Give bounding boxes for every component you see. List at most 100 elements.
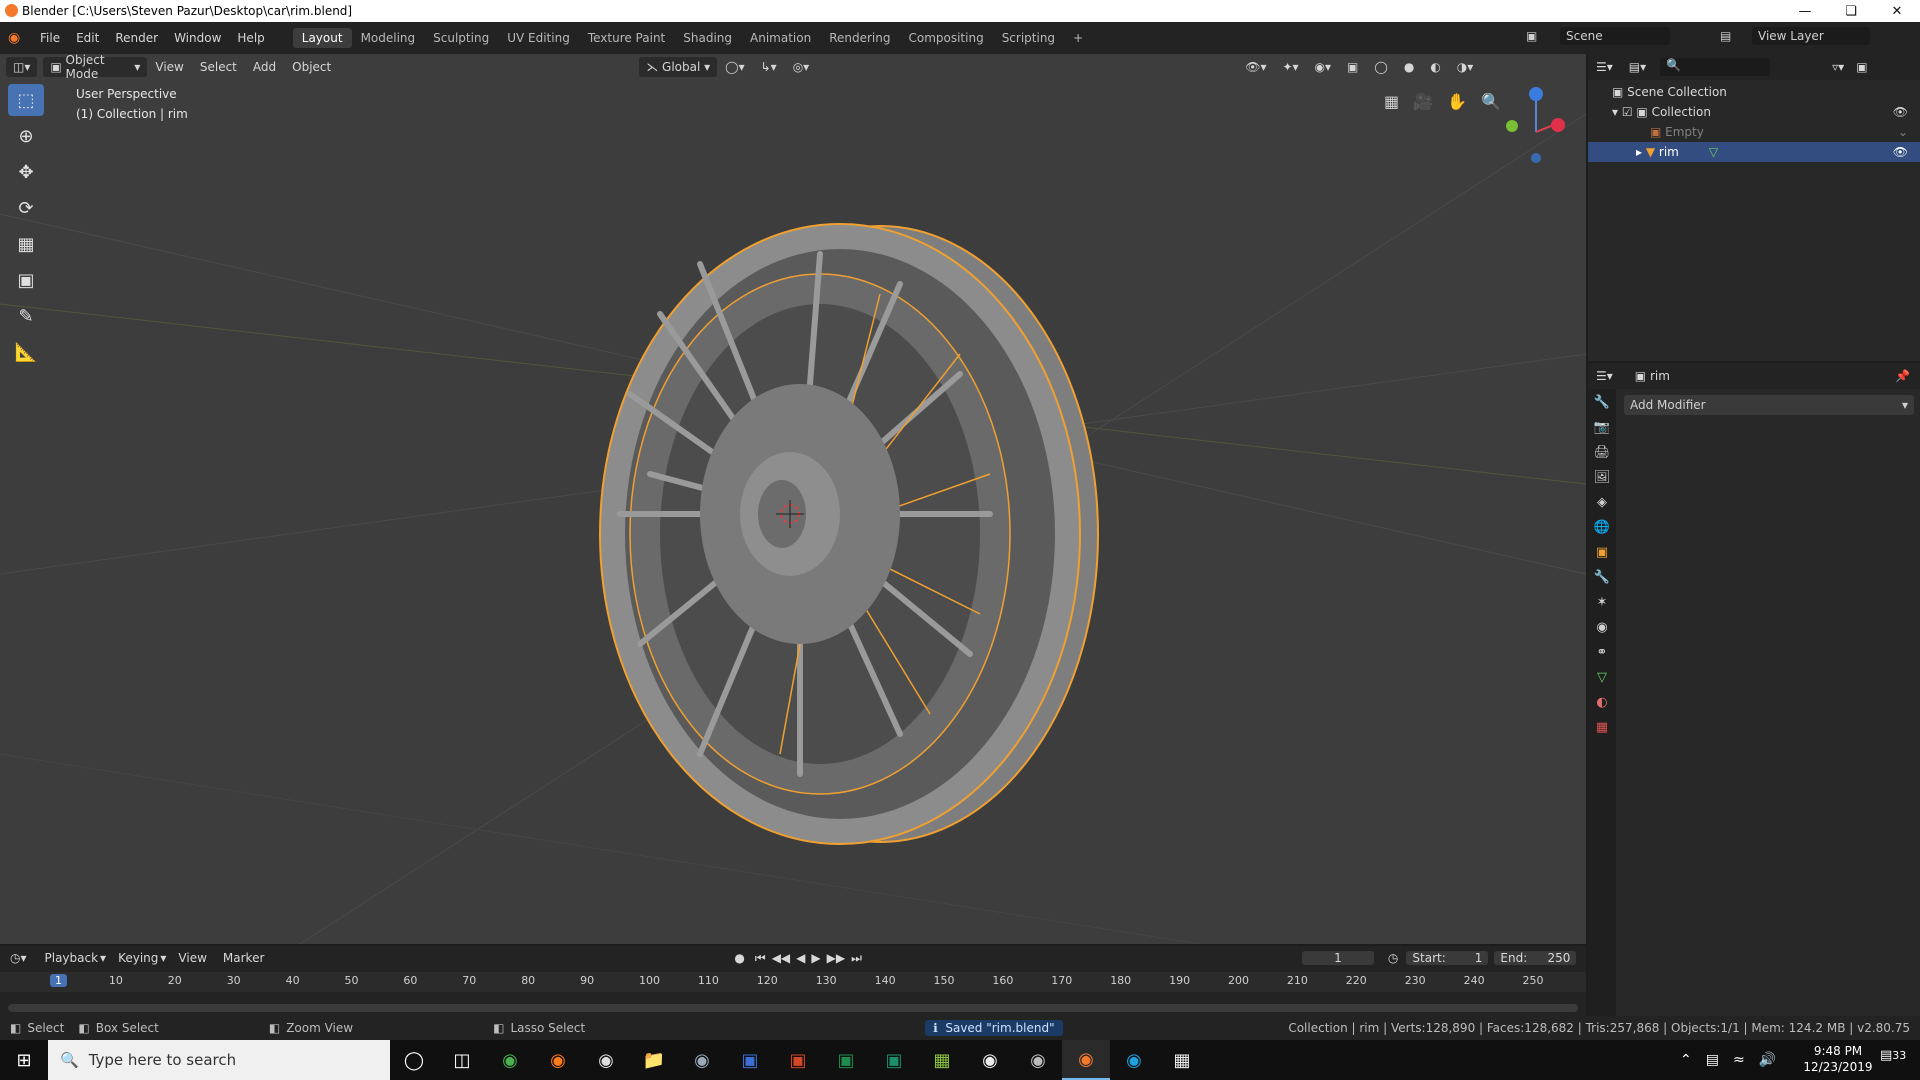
word-icon[interactable]: ▣ (726, 1040, 774, 1080)
outliner-row-collection[interactable]: ▾ ☑ ▣ Collection 👁 (1588, 102, 1920, 122)
xray-icon[interactable]: ▣ (1339, 60, 1366, 74)
tool-tab-icon[interactable]: 🔧 (1594, 395, 1610, 410)
close-icon[interactable]: ✕ (1874, 0, 1920, 22)
transform-tool-icon[interactable]: ▣ (8, 264, 44, 296)
chrome-icon[interactable]: ◉ (486, 1040, 534, 1080)
menu-object[interactable]: Object (284, 60, 339, 74)
start-frame-field[interactable]: Start: 1 (1406, 951, 1489, 965)
snap-icon[interactable]: ↳▾ (753, 60, 785, 74)
outliner-row-empty[interactable]: ▣ Empty ⌄ (1588, 122, 1920, 142)
menu-file[interactable]: File (32, 31, 68, 45)
select-box-tool-icon[interactable]: ⬚ (8, 84, 44, 116)
notification-center-icon[interactable]: ▤33 (1880, 1048, 1906, 1063)
pin-icon[interactable]: 📌 (1895, 369, 1910, 383)
rotate-tool-icon[interactable]: ⟳ (8, 192, 44, 224)
play-reverse-icon[interactable]: ◀ (796, 951, 805, 965)
game-app-icon[interactable]: ◉ (966, 1040, 1014, 1080)
physics-tab-icon[interactable]: ◉ (1596, 620, 1607, 635)
tab-compositing[interactable]: Compositing (899, 28, 992, 48)
minimize-icon[interactable]: — (1782, 0, 1828, 22)
file-explorer-icon[interactable]: 📁 (630, 1040, 678, 1080)
timeline-editor-icon[interactable]: ◷▾ (10, 951, 27, 965)
menu-timeline-view[interactable]: View (178, 951, 206, 965)
shading-material-icon[interactable]: ◐ (1422, 60, 1448, 74)
cortana-icon[interactable]: ◯ (390, 1040, 438, 1080)
menu-playback[interactable]: Playback (45, 951, 99, 965)
menu-marker[interactable]: Marker (223, 951, 264, 965)
record-icon[interactable]: ● (734, 951, 744, 965)
eye-icon-rim[interactable]: 👁 (1893, 145, 1908, 159)
object-tab-icon[interactable]: ▣ (1596, 545, 1608, 560)
steam-icon[interactable]: ◉ (582, 1040, 630, 1080)
grid-view-icon[interactable]: ▦ (1384, 92, 1399, 111)
outliner-row-rim[interactable]: ▸ ▼ rim ▽ 👁 (1588, 142, 1920, 162)
clock[interactable]: 9:48 PM 12/23/2019 (1798, 1043, 1878, 1075)
pivot-icon[interactable]: ◯▾ (717, 60, 752, 74)
checkbox-icon[interactable]: ☑ (1622, 105, 1637, 119)
tab-modeling[interactable]: Modeling (352, 28, 425, 48)
excel-icon[interactable]: ▣ (822, 1040, 870, 1080)
new-collection-icon[interactable]: ▣ (1856, 60, 1867, 74)
powerpoint-icon[interactable]: ▣ (774, 1040, 822, 1080)
proportional-edit-icon[interactable]: ◎▾ (785, 60, 818, 74)
gizmo-icon[interactable]: ✦▾ (1274, 60, 1306, 74)
output-tab-icon[interactable]: 🖨 (1594, 445, 1611, 460)
tab-sculpting[interactable]: Sculpting (424, 28, 498, 48)
world-tab-icon[interactable]: 🌐 (1594, 520, 1610, 535)
shading-wireframe-icon[interactable]: ◯ (1366, 60, 1395, 74)
skype-icon[interactable]: ◉ (1110, 1040, 1158, 1080)
scene-tab-icon[interactable]: ◈ (1597, 495, 1607, 510)
expand-icon[interactable]: ▾ (1612, 105, 1622, 119)
menu-view[interactable]: View (147, 60, 191, 74)
tab-shading[interactable]: Shading (674, 28, 741, 48)
calculator-icon[interactable]: ▦ (1158, 1040, 1206, 1080)
tab-rendering[interactable]: Rendering (820, 28, 899, 48)
publisher-icon[interactable]: ▣ (870, 1040, 918, 1080)
current-frame-field[interactable]: 1 (1301, 951, 1374, 965)
cursor-tool-icon[interactable]: ⊕ (8, 120, 44, 152)
properties-editor-icon[interactable]: ☰▾ (1596, 369, 1613, 383)
tab-animation[interactable]: Animation (741, 28, 820, 48)
tab-scripting[interactable]: Scripting (993, 28, 1064, 48)
eye-closed-icon[interactable]: ⌄ (1898, 125, 1908, 139)
scene-field[interactable]: Scene (1560, 27, 1670, 45)
modifier-tab-icon[interactable]: 🔧 (1594, 570, 1610, 585)
tray-chevron-icon[interactable]: ⌃ (1680, 1052, 1692, 1068)
chart-app-icon[interactable]: ▦ (918, 1040, 966, 1080)
particles-tab-icon[interactable]: ✶ (1597, 595, 1608, 610)
scene-icon[interactable]: ▣ (1526, 29, 1537, 43)
volume-icon[interactable]: 🔊 (1759, 1052, 1776, 1068)
overlay-icon[interactable]: ◉▾ (1307, 60, 1340, 74)
outliner-editor-icon[interactable]: ☰▾ (1596, 60, 1613, 74)
restore-icon[interactable]: ❏ (1828, 0, 1874, 22)
zoom-icon[interactable]: 🔍 (1481, 92, 1501, 111)
eye-icon[interactable]: 👁 (1893, 105, 1908, 119)
expand-right-icon[interactable]: ▸ (1636, 145, 1646, 159)
add-workspace-icon[interactable]: + (1064, 28, 1092, 48)
next-key-icon[interactable]: ▶▶ (827, 951, 845, 965)
blender-menu-icon[interactable]: ◉ (8, 30, 32, 46)
texture-tab-icon[interactable]: ▦ (1596, 720, 1608, 735)
firefox-icon[interactable]: ◉ (534, 1040, 582, 1080)
material-tab-icon[interactable]: ◐ (1596, 695, 1607, 710)
pan-hand-icon[interactable]: ✋ (1447, 92, 1467, 111)
prev-key-icon[interactable]: ◀◀ (772, 951, 790, 965)
3d-viewport[interactable]: ◫▾ ▣ Object Mode ▾ View Select Add Objec… (0, 54, 1586, 944)
view-layer-field[interactable]: View Layer (1752, 27, 1870, 45)
tab-uv-editing[interactable]: UV Editing (498, 28, 579, 48)
menu-window[interactable]: Window (166, 31, 229, 45)
task-view-icon[interactable]: ◫ (438, 1040, 486, 1080)
frame-ruler[interactable]: 1 10 20 30 40 50 60 70 80 90 100 110 120 130 140 150 160… (0, 972, 1586, 992)
timeline-scrollbar[interactable] (8, 1004, 1578, 1012)
end-frame-field[interactable]: End: 250 (1494, 951, 1577, 965)
menu-edit[interactable]: Edit (68, 31, 107, 45)
visibility-icon[interactable]: 👁▾ (1237, 60, 1274, 74)
menu-select[interactable]: Select (192, 60, 245, 74)
view-layer-tab-icon[interactable]: 🖼 (1594, 470, 1611, 485)
measure-tool-icon[interactable]: 📐 (8, 336, 44, 368)
tab-layout[interactable]: Layout (292, 28, 352, 48)
add-modifier-dropdown[interactable]: Add Modifier ▾ (1624, 395, 1914, 415)
windows-start-icon[interactable]: ⊞ (0, 1040, 48, 1080)
shading-rendered-icon[interactable]: ◑▾ (1449, 60, 1482, 74)
outliner-row-scene-collection[interactable]: ▣ Scene Collection (1588, 82, 1920, 102)
